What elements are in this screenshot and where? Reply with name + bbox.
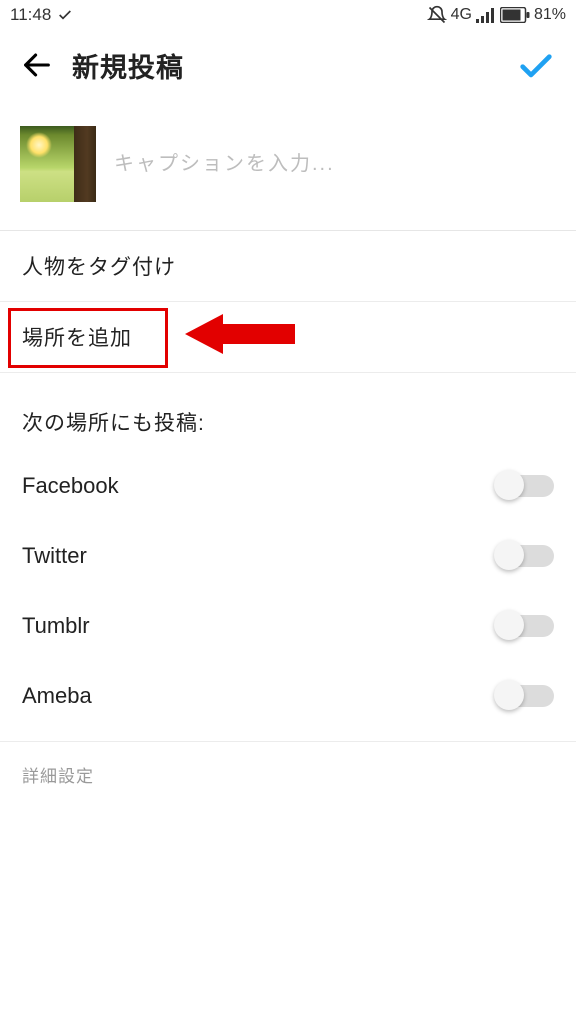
status-bar: 11:48 4G 81% bbox=[0, 0, 576, 30]
share-platform-label: Facebook bbox=[22, 473, 119, 499]
advanced-settings-label: 詳細設定 bbox=[22, 767, 94, 786]
share-row-ameba: Ameba bbox=[0, 661, 576, 731]
share-platform-label: Twitter bbox=[22, 543, 87, 569]
status-time: 11:48 bbox=[10, 5, 51, 25]
post-thumbnail[interactable] bbox=[20, 126, 96, 202]
share-platform-label: Ameba bbox=[22, 683, 92, 709]
share-row-tumblr: Tumblr bbox=[0, 591, 576, 661]
caption-input[interactable] bbox=[114, 153, 556, 176]
toggle-twitter[interactable] bbox=[498, 545, 554, 567]
checkmark-icon bbox=[516, 45, 556, 85]
caption-row bbox=[0, 100, 576, 231]
network-label: 4G bbox=[451, 6, 472, 24]
add-location-label: 場所を追加 bbox=[22, 322, 132, 352]
tag-people-label: 人物をタグ付け bbox=[22, 256, 176, 279]
status-left: 11:48 bbox=[10, 5, 73, 25]
page-title: 新規投稿 bbox=[64, 46, 512, 85]
confirm-button[interactable] bbox=[512, 45, 556, 85]
checkmark-small-icon bbox=[57, 7, 73, 23]
toggle-facebook[interactable] bbox=[498, 475, 554, 497]
add-location-row[interactable]: 場所を追加 bbox=[0, 302, 576, 373]
status-right: 4G 81% bbox=[427, 5, 566, 25]
app-header: 新規投稿 bbox=[0, 30, 576, 100]
share-row-twitter: Twitter bbox=[0, 521, 576, 591]
annotation-arrow bbox=[185, 311, 295, 363]
tag-people-row[interactable]: 人物をタグ付け bbox=[0, 231, 576, 302]
advanced-settings-link[interactable]: 詳細設定 bbox=[0, 742, 576, 807]
toggle-ameba[interactable] bbox=[498, 685, 554, 707]
battery-icon bbox=[500, 7, 530, 23]
signal-icon bbox=[476, 7, 496, 23]
share-row-facebook: Facebook bbox=[0, 451, 576, 521]
toggle-tumblr[interactable] bbox=[498, 615, 554, 637]
battery-pct: 81% bbox=[534, 6, 566, 24]
back-button[interactable] bbox=[20, 48, 64, 82]
mute-icon bbox=[427, 5, 447, 25]
share-platform-label: Tumblr bbox=[22, 613, 90, 639]
arrow-left-red-icon bbox=[185, 311, 295, 357]
share-section-label: 次の場所にも投稿: bbox=[0, 373, 576, 451]
share-list: Facebook Twitter Tumblr Ameba bbox=[0, 451, 576, 742]
arrow-left-icon bbox=[20, 48, 54, 82]
